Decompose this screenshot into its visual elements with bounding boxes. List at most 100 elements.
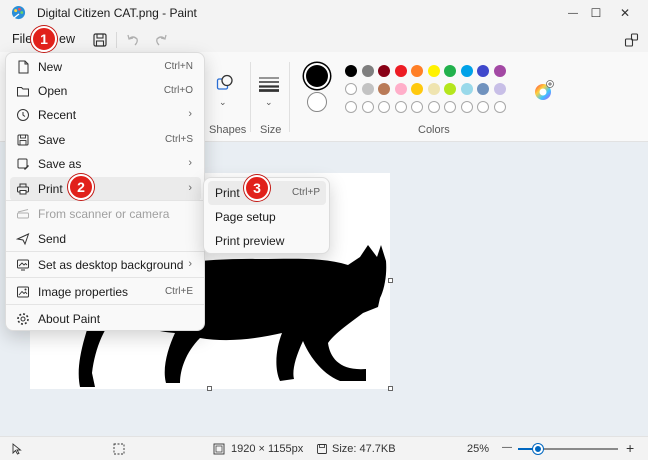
printer-icon xyxy=(17,183,29,195)
submenu-item-label: Page setup xyxy=(215,210,276,224)
color-swatch[interactable] xyxy=(361,83,374,95)
custom-color-slot[interactable] xyxy=(361,101,374,113)
custom-color-slot[interactable] xyxy=(411,101,423,113)
color-swatch[interactable] xyxy=(427,65,440,77)
color-swatch[interactable] xyxy=(460,65,473,77)
zoom-out-button[interactable]: — xyxy=(502,442,512,453)
menu-item-label: Send xyxy=(38,232,67,246)
resize-handle-right[interactable] xyxy=(388,278,393,283)
custom-color-slot[interactable] xyxy=(378,101,390,113)
submenu-item-shortcut: Ctrl+P xyxy=(291,187,320,198)
color-swatch[interactable] xyxy=(444,83,456,95)
ribbon-separator xyxy=(250,62,251,132)
toolbar-separator xyxy=(116,32,117,48)
desktop-icon xyxy=(17,259,29,271)
color-swatch[interactable] xyxy=(411,65,423,77)
color-swatch[interactable] xyxy=(378,65,390,77)
clock-icon xyxy=(17,109,29,121)
color-swatch[interactable] xyxy=(493,65,506,77)
menu-divider xyxy=(6,251,204,252)
menu-divider xyxy=(6,277,204,278)
resize-handle-bottom[interactable] xyxy=(207,386,212,391)
file-size: Size: 47.7KB xyxy=(332,443,396,455)
menu-item-shortcut: Ctrl+O xyxy=(163,85,193,96)
close-button[interactable]: ✕ xyxy=(602,0,648,26)
file-menu-item-open[interactable]: Open Ctrl+O xyxy=(10,79,201,103)
edit-colors-icon[interactable] xyxy=(533,80,555,102)
custom-color-slot[interactable] xyxy=(477,101,489,113)
window-title: Digital Citizen CAT.png - Paint xyxy=(37,6,197,20)
color-swatch[interactable] xyxy=(345,83,357,95)
menu-item-label: About Paint xyxy=(38,312,101,326)
file-menu-item-image-properties[interactable]: Image properties Ctrl+E xyxy=(10,280,201,304)
custom-color-slot[interactable] xyxy=(345,101,357,113)
file-menu-item-from-scanner-or-camera: From scanner or camera xyxy=(10,202,201,226)
brush-size-icon[interactable] xyxy=(258,76,280,92)
color-swatch[interactable] xyxy=(477,65,489,77)
menu-item-label: Print xyxy=(38,182,63,196)
step-badge-3: 3 xyxy=(244,175,270,201)
secondary-color-swatch[interactable] xyxy=(307,92,327,112)
save-as-icon xyxy=(17,158,29,170)
custom-color-slot[interactable] xyxy=(444,101,456,113)
print-submenu-item-page-setup[interactable]: Page setup xyxy=(208,205,326,229)
menu-item-label: Open xyxy=(38,84,68,98)
primary-color-swatch[interactable] xyxy=(306,65,328,87)
maximize-icon: ☐ xyxy=(590,6,602,20)
file-menu-item-recent[interactable]: Recent › xyxy=(10,103,201,127)
chevron-right-icon: › xyxy=(188,258,192,270)
chevron-right-icon: › xyxy=(188,108,192,120)
menu-item-label: Set as desktop background xyxy=(38,258,184,272)
color-swatch[interactable] xyxy=(394,83,407,95)
menu-item-label: New xyxy=(38,60,63,74)
menu-item-label: Save as xyxy=(38,157,82,171)
zoom-slider-thumb[interactable] xyxy=(533,444,543,454)
new-file-icon xyxy=(18,60,29,74)
file-menu-button[interactable]: File xyxy=(12,32,32,46)
save-icon[interactable] xyxy=(92,32,108,48)
color-swatch[interactable] xyxy=(411,83,423,95)
color-swatch[interactable] xyxy=(477,83,489,95)
chevron-right-icon: › xyxy=(188,182,192,194)
shapes-dropdown-icon[interactable]: ⌄ xyxy=(219,97,227,108)
custom-color-slot[interactable] xyxy=(493,101,506,113)
menu-item-label: Image properties xyxy=(38,285,129,299)
shapes-icon[interactable] xyxy=(216,74,234,92)
zoom-level: 25% xyxy=(467,443,490,455)
color-swatch[interactable] xyxy=(394,65,407,77)
paint-app-icon xyxy=(11,5,26,20)
menu-item-shortcut: Ctrl+E xyxy=(164,286,193,297)
color-swatch[interactable] xyxy=(361,65,374,77)
print-submenu-item-print-preview[interactable]: Print preview xyxy=(208,229,326,253)
view-menu-button[interactable]: ew xyxy=(59,32,75,46)
size-group-label: Size xyxy=(260,124,282,136)
status-bar: 1920 × 1155px Size: 47.7KB 25% — + xyxy=(0,436,648,460)
share-icon[interactable] xyxy=(624,32,640,48)
resize-handle-corner[interactable] xyxy=(388,386,393,391)
color-swatch[interactable] xyxy=(378,83,390,95)
selection-icon xyxy=(113,443,125,455)
file-menu-item-save[interactable]: Save Ctrl+S xyxy=(10,128,201,152)
color-swatch[interactable] xyxy=(345,65,357,77)
color-swatch[interactable] xyxy=(460,83,473,95)
color-swatch[interactable] xyxy=(493,83,506,95)
file-menu-item-set-as-desktop-background[interactable]: Set as desktop background › xyxy=(10,253,201,277)
file-menu-item-send[interactable]: Send xyxy=(10,227,201,251)
image-dimensions-icon xyxy=(213,443,225,455)
color-swatch[interactable] xyxy=(444,65,456,77)
custom-color-slot[interactable] xyxy=(394,101,407,113)
file-menu-item-about-paint[interactable]: About Paint xyxy=(10,307,201,331)
chevron-right-icon: › xyxy=(188,157,192,169)
file-menu-item-new[interactable]: New Ctrl+N xyxy=(10,55,201,79)
size-dropdown-icon[interactable]: ⌄ xyxy=(265,97,273,108)
file-menu-item-print[interactable]: Print › xyxy=(10,177,201,201)
file-menu-item-save-as[interactable]: Save as › xyxy=(10,152,201,176)
custom-color-slot[interactable] xyxy=(427,101,440,113)
undo-icon[interactable] xyxy=(125,32,141,48)
redo-icon[interactable] xyxy=(153,32,169,48)
custom-color-slot[interactable] xyxy=(460,101,473,113)
shapes-group-label: Shapes xyxy=(209,124,247,136)
pointer-icon xyxy=(12,443,22,455)
zoom-in-button[interactable]: + xyxy=(626,440,634,456)
color-swatch[interactable] xyxy=(427,83,440,95)
